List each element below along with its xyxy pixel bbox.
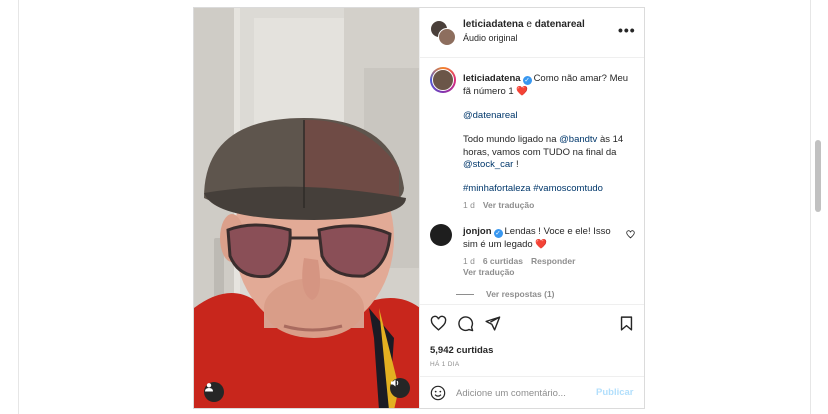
save-icon[interactable] — [618, 315, 635, 332]
volume-icon — [391, 379, 399, 387]
comment-time: 1 d — [463, 256, 475, 266]
post-actions: 5,942 curtidas HÁ 1 DIA — [420, 304, 644, 374]
avatar — [438, 28, 456, 46]
hashtag-link[interactable]: #vamoscomtudo — [533, 183, 603, 194]
translate-link[interactable]: Ver tradução — [483, 200, 535, 210]
verified-icon: ✓ — [493, 229, 503, 238]
heart-icon[interactable] — [430, 315, 447, 332]
view-replies-button[interactable]: Ver respostas (1) — [456, 289, 555, 299]
post-video[interactable] — [194, 8, 419, 408]
comment-text: jonjon ✓ Lendas ! Voce e ele! Isso sim é u… — [463, 226, 623, 251]
caption-body-text: Todo mundo ligado na — [463, 134, 560, 145]
right-divider — [810, 0, 811, 414]
author-link[interactable]: leticiadatena — [463, 19, 524, 30]
caption-username[interactable]: leticiadatena — [463, 73, 521, 84]
collab-avatars[interactable] — [430, 20, 456, 46]
add-comment-bar: Publicar — [420, 376, 644, 408]
caption-text: leticiadatena ✓ Como não amar? Meu fã núme… — [463, 73, 633, 98]
post-timestamp[interactable]: HÁ 1 DIA — [430, 361, 460, 368]
publish-button[interactable]: Publicar — [596, 387, 634, 398]
post-modal: leticiadatena e datenareal Áudio origina… — [193, 7, 645, 409]
caption-time: 1 d — [463, 200, 475, 210]
comment-input[interactable] — [456, 386, 586, 400]
mention-link[interactable]: @bandtv — [559, 134, 597, 145]
view-replies-label: Ver respostas (1) — [486, 289, 555, 299]
comment-username[interactable]: jonjon — [463, 226, 492, 237]
user-tag-icon — [205, 383, 213, 392]
caption-hashtags: #minhafortaleza #vamoscomtudo — [463, 183, 633, 196]
author-link[interactable]: datenareal — [535, 19, 585, 30]
comment-icon[interactable] — [457, 315, 474, 332]
mention-link[interactable]: @stock_car — [463, 159, 513, 170]
more-horizontal-icon[interactable]: ••• — [618, 22, 636, 38]
replies-divider — [456, 293, 474, 295]
verified-icon: ✓ — [522, 76, 532, 85]
emoji-icon[interactable] — [430, 385, 446, 401]
left-divider — [18, 0, 19, 414]
avatar[interactable] — [430, 224, 452, 246]
comment-meta: 1 d 6 curtidas Responder — [463, 256, 575, 266]
scrollbar-thumb[interactable] — [815, 140, 821, 212]
like-comment-icon[interactable] — [626, 230, 635, 239]
post-header: leticiadatena e datenareal Áudio origina… — [420, 8, 644, 58]
post-authors: leticiadatena e datenareal — [463, 19, 585, 30]
like-count[interactable]: 5,942 curtidas — [430, 345, 493, 356]
heart-emoji: ❤️ — [516, 85, 529, 97]
share-icon[interactable] — [484, 315, 501, 332]
comment-likes[interactable]: 6 curtidas — [483, 256, 523, 266]
hashtag-link[interactable]: #minhafortaleza — [463, 183, 531, 194]
post-details-panel: leticiadatena e datenareal Áudio origina… — [419, 8, 644, 408]
author-conjunction: e — [523, 19, 535, 30]
video-frame — [194, 8, 419, 408]
caption-body: Todo mundo ligado na @bandtv às 14 horas… — [463, 134, 633, 172]
avatar[interactable] — [430, 67, 456, 93]
caption-meta: 1 d Ver tradução — [463, 200, 534, 210]
caption-mention[interactable]: @datenareal — [463, 110, 633, 123]
heart-emoji: ❤️ — [535, 238, 548, 250]
translate-link[interactable]: Ver tradução — [463, 267, 515, 277]
audio-label[interactable]: Áudio original — [463, 33, 518, 43]
user-tag-button[interactable] — [204, 382, 224, 402]
audio-toggle-button[interactable] — [390, 378, 410, 398]
caption-body-text: ! — [513, 159, 519, 170]
reply-button[interactable]: Responder — [531, 256, 575, 266]
